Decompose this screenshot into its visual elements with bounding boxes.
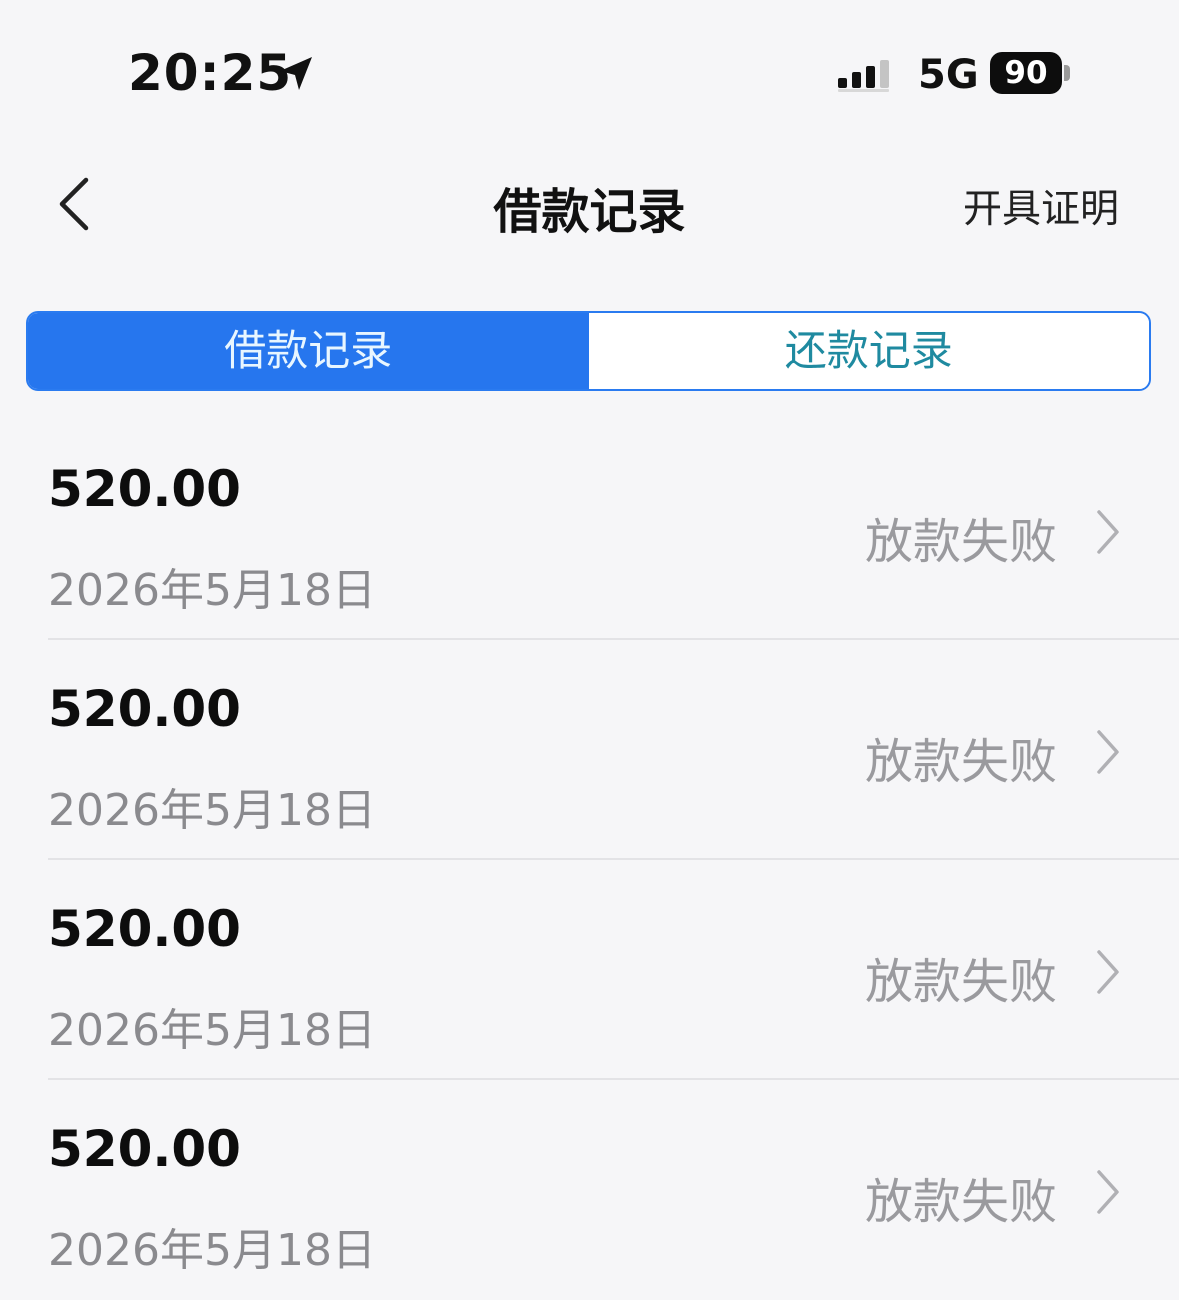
record-date: 2026年5月18日 (48, 1005, 376, 1056)
record-status: 放款失败 (864, 954, 1057, 1010)
chevron-right-icon (1097, 950, 1119, 994)
record-status: 放款失败 (864, 514, 1057, 570)
list-item[interactable]: 520.00 2026年5月18日 放款失败 (0, 640, 1179, 860)
battery-level: 90 (990, 52, 1062, 94)
signal-icon (838, 60, 889, 92)
chevron-right-icon (1097, 730, 1119, 774)
record-amount: 520.00 (48, 900, 241, 958)
list-item[interactable]: 520.00 2026年5月18日 放款失败 (0, 420, 1179, 640)
record-amount: 520.00 (48, 680, 241, 738)
tab-loan-records[interactable]: 借款记录 (28, 313, 589, 389)
record-status: 放款失败 (864, 1174, 1057, 1230)
status-time: 20:25 (128, 44, 293, 102)
location-arrow-icon (280, 57, 312, 90)
issue-certificate-button[interactable]: 开具证明 (963, 178, 1119, 234)
chevron-right-icon (1097, 510, 1119, 554)
status-bar: 20:25 5G 90 (0, 0, 1179, 130)
list-item[interactable]: 520.00 2026年5月18日 放款失败 (0, 860, 1179, 1080)
battery-cap (1064, 65, 1070, 81)
record-date: 2026年5月18日 (48, 565, 376, 616)
list-item[interactable]: 520.00 2026年5月18日 放款失败 (0, 1080, 1179, 1300)
battery-icon: 90 (990, 52, 1076, 94)
record-amount: 520.00 (48, 1120, 241, 1178)
record-status: 放款失败 (864, 734, 1057, 790)
record-tabs: 借款记录 还款记录 (26, 311, 1151, 391)
tab-repayment-records[interactable]: 还款记录 (588, 313, 1149, 389)
record-amount: 520.00 (48, 460, 241, 518)
chevron-right-icon (1097, 1170, 1119, 1214)
chevron-left-icon[interactable] (52, 174, 96, 234)
network-type: 5G (918, 52, 979, 98)
record-date: 2026年5月18日 (48, 785, 376, 836)
record-date: 2026年5月18日 (48, 1225, 376, 1276)
navigation-bar: 借款记录 开具证明 (0, 150, 1179, 260)
loan-record-list: 520.00 2026年5月18日 放款失败 520.00 2026年5月18日… (0, 420, 1179, 1300)
